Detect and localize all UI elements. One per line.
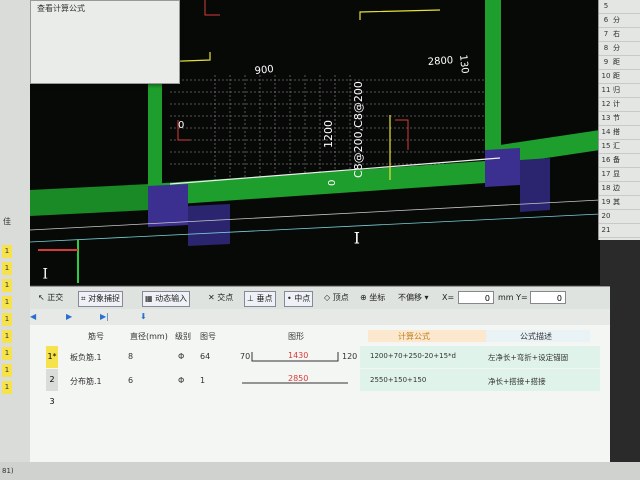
property-row[interactable]: 17 显 [599, 168, 640, 182]
cell-formula[interactable]: 1200+70+250-20+15*d [370, 352, 456, 360]
x-input[interactable]: 0 [458, 291, 494, 304]
left-list-cell[interactable]: 1 [2, 245, 12, 258]
property-row[interactable]: 9距 [599, 56, 640, 70]
label-1200: 1200 [322, 120, 335, 148]
property-row[interactable]: 10 距 [599, 70, 640, 84]
left-list-panel[interactable]: 1 1 1 1 1 1 1 1 1 佳 [0, 0, 30, 480]
cell-diameter[interactable]: 6 [128, 376, 133, 385]
object-snap-toggle[interactable]: ⌗ 对象捕捉 [78, 291, 124, 307]
property-row[interactable]: 8分 [599, 42, 640, 56]
intersection-snap[interactable]: ✕ 交点 [208, 291, 233, 305]
cell-figure-no[interactable]: 64 [200, 352, 210, 361]
perpendicular-snap[interactable]: ⊥ 垂点 [244, 291, 276, 307]
col-header-diameter: 直径(mm) [130, 332, 168, 341]
shape-right-dim: 120 [342, 352, 358, 361]
offset-dropdown[interactable]: 不偏移 ▾ [398, 291, 429, 305]
cell-grade[interactable]: Φ [178, 352, 184, 361]
formula-panel-title: 查看计算公式 [37, 4, 85, 13]
vertex-snap[interactable]: ◇ 顶点 [324, 291, 349, 305]
label-zero-b: 0 [178, 120, 184, 131]
cell-bar-name[interactable]: 板负筋.1 [70, 352, 102, 363]
col-header-grade: 级别 [175, 332, 191, 341]
property-row[interactable]: 21 [599, 224, 640, 238]
row-number[interactable]: 1* [46, 346, 58, 368]
first-icon[interactable]: ◀ [30, 310, 36, 324]
cell-description[interactable]: 净长+搭接+搭接 [488, 376, 546, 387]
property-row[interactable]: 19 其 [599, 196, 640, 210]
property-row[interactable]: 14 搭 [599, 126, 640, 140]
col-header-bar-no: 筋号 [88, 332, 104, 341]
row-number[interactable]: 2 [46, 369, 58, 391]
property-row[interactable]: 16 备 [599, 154, 640, 168]
down-icon[interactable]: ⬇ [140, 310, 147, 324]
status-bar: 81) [0, 462, 640, 480]
left-list-header: 佳 [3, 217, 11, 226]
property-row[interactable]: 18 边 [599, 182, 640, 196]
cell-bar-name[interactable]: 分布筋.1 [70, 376, 102, 387]
left-list-cell[interactable]: 1 [2, 262, 12, 275]
property-row[interactable]: 5 [599, 0, 640, 14]
cell-diameter[interactable]: 8 [128, 352, 133, 361]
formula-panel[interactable]: 查看计算公式 [30, 0, 180, 84]
table-toolbar: ◀ ▶ ▶| ⬇ [30, 309, 610, 325]
label-spec: C8@200,C8@200 [352, 81, 365, 178]
left-list-cell[interactable]: 1 [2, 296, 12, 309]
row-number[interactable]: 3 [46, 391, 58, 413]
shape-left-dim: 70 [240, 352, 251, 361]
label-zero-a: 0 [327, 180, 338, 186]
y-input[interactable]: 0 [530, 291, 566, 304]
dynamic-input-toggle[interactable]: ▦ 动态输入 [142, 291, 191, 307]
ortho-toggle[interactable]: ↖ 正交 [38, 291, 63, 305]
col-header-shape: 图形 [288, 332, 304, 341]
cell-formula[interactable]: 2550+150+150 [370, 376, 426, 384]
left-list-cell[interactable]: 1 [2, 381, 12, 394]
cell-description[interactable]: 左净长+弯折+设定锚固 [488, 352, 568, 363]
label-130: 130 [457, 54, 470, 74]
property-row[interactable]: 7右 [599, 28, 640, 42]
left-list-cell[interactable]: 1 [2, 364, 12, 377]
col-header-description: 公式描述 [520, 332, 552, 341]
midpoint-snap[interactable]: • 中点 [284, 291, 314, 307]
cell-figure-no[interactable]: 1 [200, 376, 205, 385]
left-list-cell[interactable]: 1 [2, 330, 12, 343]
left-list-cell[interactable]: 1 [2, 313, 12, 326]
property-row[interactable]: 20 [599, 210, 640, 224]
x-label: X= [442, 293, 455, 302]
col-header-figure-no: 图号 [200, 332, 216, 341]
property-row[interactable]: 12 计 [599, 98, 640, 112]
snap-toolbar: ↖ 正交 ⌗ 对象捕捉 ▦ 动态输入 ✕ 交点 ⊥ 垂点 • 中点 ◇ 顶点 ⊕… [30, 286, 610, 309]
property-row[interactable]: 11 归 [599, 84, 640, 98]
axis-marker-1: I [354, 228, 360, 247]
property-row[interactable]: 13 节 [599, 112, 640, 126]
left-list-cell[interactable]: 1 [2, 347, 12, 360]
shape-mid-dim: 2850 [288, 374, 309, 383]
shape-mid-dim: 1430 [288, 351, 309, 360]
property-row[interactable]: 15 汇 [599, 140, 640, 154]
left-list-cell[interactable]: 1 [2, 279, 12, 292]
label-2800: 2800 [427, 55, 453, 68]
col-header-formula: 计算公式 [398, 332, 430, 341]
label-900: 900 [254, 64, 274, 77]
status-text: 81) [2, 467, 14, 475]
last-icon[interactable]: ▶| [100, 310, 109, 324]
axis-marker-2: I [42, 264, 48, 280]
y-label: mm Y= [498, 293, 528, 302]
properties-panel[interactable]: 5 6分 7右 8分 9距 10 距 11 归 12 计 13 节 14 搭 15 汇 16… [598, 0, 640, 240]
play-icon[interactable]: ▶ [66, 310, 72, 324]
property-row[interactable]: 6分 [599, 14, 640, 28]
cell-grade[interactable]: Φ [178, 376, 184, 385]
coordinate-snap[interactable]: ⊕ 坐标 [360, 291, 385, 305]
